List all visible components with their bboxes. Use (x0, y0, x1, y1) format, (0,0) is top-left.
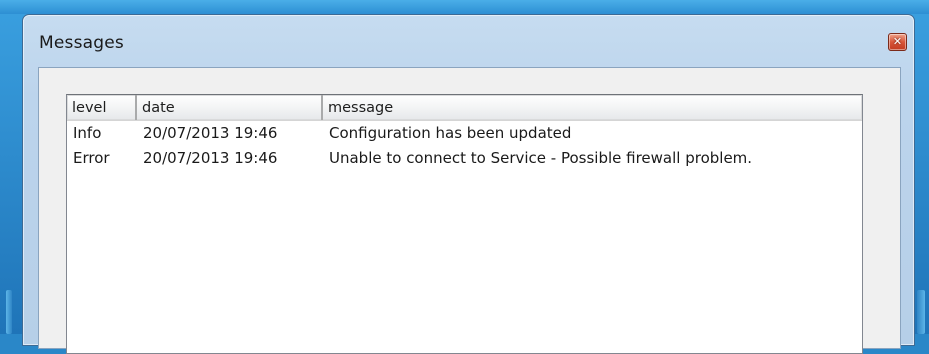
title-bar[interactable]: Messages ✕ (23, 15, 914, 67)
parent-window-frame (0, 0, 929, 14)
column-header-level[interactable]: level (67, 95, 137, 120)
list-rows: Info 20/07/2013 19:46 Configuration has … (67, 122, 862, 172)
close-button[interactable]: ✕ (888, 33, 907, 51)
list-header: level date message (67, 95, 862, 121)
level-cell: Error (73, 149, 110, 167)
list-item[interactable]: Info 20/07/2013 19:46 Configuration has … (67, 122, 862, 147)
parent-window-left-edge (6, 290, 12, 334)
column-header-message[interactable]: message (323, 95, 863, 120)
message-cell: Unable to connect to Service - Possible … (329, 149, 753, 167)
parent-window-right-edge (917, 290, 925, 334)
column-header-date[interactable]: date (137, 95, 323, 120)
messages-dialog: Messages ✕ level date message Info 20/07… (22, 14, 915, 354)
window-title: Messages (39, 33, 124, 53)
message-cell: Configuration has been updated (329, 124, 572, 142)
dialog-client-area: level date message Info 20/07/2013 19:46… (38, 67, 901, 354)
level-cell: Info (73, 124, 102, 142)
date-cell: 20/07/2013 19:46 (143, 149, 278, 167)
list-item[interactable]: Error 20/07/2013 19:46 Unable to connect… (67, 147, 862, 172)
close-icon: ✕ (892, 35, 903, 48)
date-cell: 20/07/2013 19:46 (143, 124, 278, 142)
messages-list[interactable]: level date message Info 20/07/2013 19:46… (66, 94, 863, 354)
